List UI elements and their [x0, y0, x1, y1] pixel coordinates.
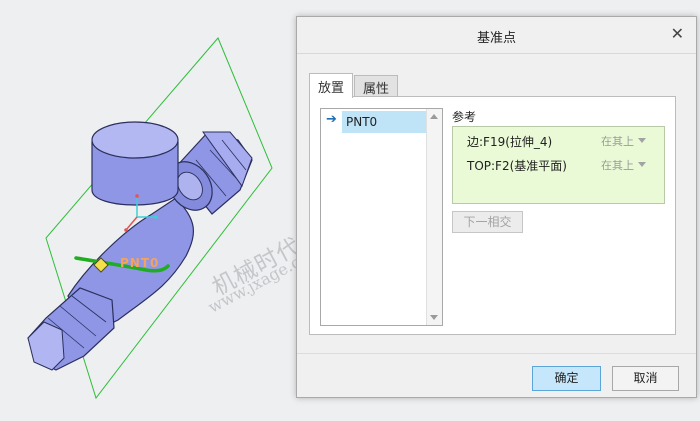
tab-placement[interactable]: 放置 — [309, 73, 354, 98]
pipe-left-end[interactable] — [27, 287, 115, 371]
references-collector[interactable]: 边:F19(拉伸_4) 在其上 TOP:F2(基准平面) 在其上 — [452, 126, 665, 204]
constraint-dropdown[interactable]: 在其上 — [601, 157, 634, 173]
dialog-footer: 确定 取消 — [297, 353, 696, 398]
list-scrollbar[interactable] — [426, 109, 442, 325]
datum-point-list[interactable]: ➔ PNT0 — [320, 108, 443, 326]
tab-properties[interactable]: 属性 — [354, 75, 399, 97]
dialog-titlebar[interactable]: 基准点 ✕ — [297, 17, 696, 54]
list-item[interactable]: ➔ PNT0 — [323, 111, 426, 133]
ok-button[interactable]: 确定 — [532, 366, 601, 391]
reference-row[interactable]: 边:F19(拉伸_4) 在其上 — [467, 133, 656, 151]
chevron-down-icon[interactable] — [638, 162, 646, 167]
chevron-down-icon[interactable] — [638, 138, 646, 143]
cancel-button[interactable]: 取消 — [612, 366, 679, 391]
reference-name: 边:F19(拉伸_4) — [467, 135, 553, 149]
constraint-dropdown[interactable]: 在其上 — [601, 133, 634, 149]
datum-point-label: PNT0 — [120, 256, 159, 270]
scroll-down-icon[interactable] — [430, 315, 438, 320]
cylinder-boss[interactable] — [91, 121, 179, 206]
list-item-selection[interactable]: PNT0 — [342, 111, 426, 133]
dialog-title: 基准点 — [476, 31, 516, 46]
datum-point-dialog: 基准点 ✕ 放置 属性 ➔ PNT0 参考 边:F19(拉伸_4) 在其上 TO… — [296, 16, 697, 398]
next-intersection-button[interactable]: 下一相交 — [452, 211, 523, 233]
arrow-right-icon: ➔ — [326, 112, 337, 127]
placement-panel: ➔ PNT0 参考 边:F19(拉伸_4) 在其上 TOP:F2(基准平面) 在… — [309, 96, 676, 335]
reference-row[interactable]: TOP:F2(基准平面) 在其上 — [467, 157, 656, 175]
reference-name: TOP:F2(基准平面) — [467, 159, 567, 173]
scroll-up-icon[interactable] — [430, 114, 438, 119]
references-label: 参考 — [452, 110, 477, 124]
close-icon[interactable]: ✕ — [671, 25, 684, 43]
list-item-label: PNT0 — [346, 115, 378, 129]
